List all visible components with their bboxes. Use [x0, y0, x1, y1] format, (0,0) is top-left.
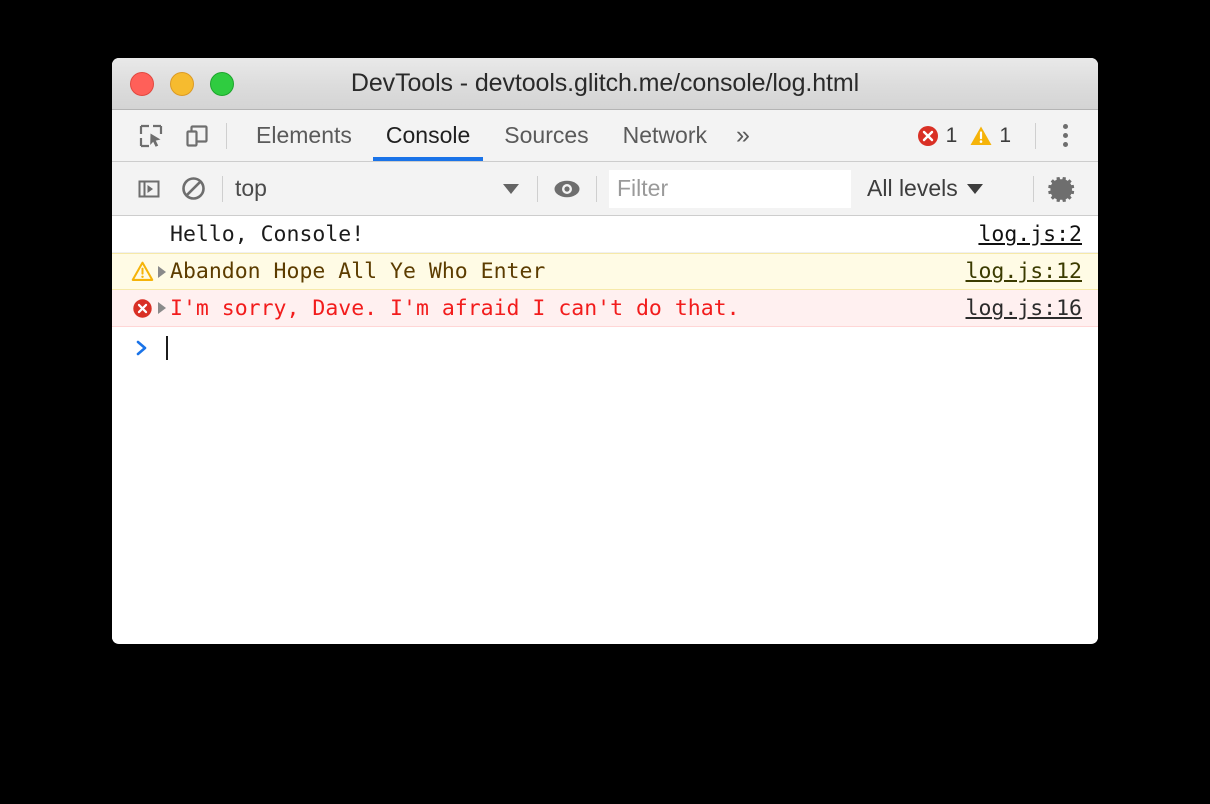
tab-network[interactable]: Network	[606, 110, 724, 161]
console-message-text: Hello, Console!	[170, 221, 365, 247]
traffic-light-group	[112, 71, 234, 96]
more-tabs-button[interactable]: »	[724, 110, 762, 161]
tabbar-right-group: 1 1	[916, 119, 1098, 153]
console-toolbar-right	[1021, 172, 1098, 206]
filter-input[interactable]	[609, 169, 851, 208]
console-message-source-link[interactable]: log.js:12	[966, 259, 1083, 284]
execution-context-label: top	[235, 175, 267, 201]
tab-elements-label: Elements	[256, 122, 352, 148]
more-options-icon[interactable]	[1048, 119, 1082, 153]
more-tabs-icon: »	[736, 121, 750, 149]
tab-elements[interactable]: Elements	[239, 110, 369, 161]
tabbar-divider	[226, 122, 227, 149]
console-message-text: Abandon Hope All Ye Who Enter	[170, 259, 546, 284]
prompt-chevron-icon	[130, 338, 154, 358]
kebab-dot	[1062, 133, 1068, 138]
log-level-label: All levels	[867, 175, 958, 201]
console-toolbar-divider-4	[1033, 175, 1034, 202]
inspect-element-icon[interactable]	[134, 119, 168, 153]
tab-console[interactable]: Console	[369, 110, 487, 161]
console-message-warning[interactable]: Abandon Hope All Ye Who Enter log.js:12	[112, 253, 1098, 290]
settings-gear-icon[interactable]	[1046, 172, 1080, 206]
warning-count-badge[interactable]: 1	[969, 124, 1011, 148]
console-filter-toolbar: top All levels	[112, 162, 1098, 216]
console-message-error[interactable]: I'm sorry, Dave. I'm afraid I can't do t…	[112, 290, 1098, 327]
clear-console-icon[interactable]	[176, 172, 210, 206]
warning-icon	[130, 260, 154, 283]
minimize-button[interactable]	[170, 71, 194, 96]
tab-sources-label: Sources	[504, 122, 589, 148]
console-toolbar-divider-2	[537, 175, 538, 202]
tab-console-label: Console	[385, 122, 471, 148]
console-prompt-row[interactable]	[112, 327, 1098, 369]
kebab-dot	[1062, 124, 1068, 129]
warning-count-label: 1	[999, 123, 1011, 147]
close-button[interactable]	[130, 71, 154, 96]
tab-list: Elements Console Sources Network »	[239, 110, 762, 161]
kebab-dot	[1062, 142, 1068, 147]
devtools-tabbar: Elements Console Sources Network » 1 1	[112, 110, 1098, 162]
maximize-button[interactable]	[210, 71, 234, 96]
tabbar-right-divider	[1035, 122, 1036, 149]
execution-context-selector[interactable]: top	[235, 175, 525, 202]
console-message-source-link[interactable]: log.js:2	[978, 222, 1082, 247]
warning-icon	[970, 126, 992, 145]
expand-arrow-icon[interactable]	[154, 302, 170, 314]
console-toolbar-divider-1	[222, 175, 223, 202]
tab-network-label: Network	[622, 122, 707, 148]
devtools-window: DevTools - devtools.glitch.me/console/lo…	[112, 58, 1098, 644]
chevron-down-icon	[966, 183, 983, 194]
tabbar-tool-icons	[112, 119, 214, 153]
error-count-label: 1	[945, 123, 958, 147]
error-icon	[917, 125, 938, 146]
error-icon	[130, 297, 154, 320]
log-level-selector[interactable]: All levels	[867, 175, 983, 202]
console-sidebar-toggle-icon[interactable]	[132, 172, 166, 206]
console-message-text: I'm sorry, Dave. I'm afraid I can't do t…	[170, 295, 740, 321]
console-toolbar-divider-3	[596, 175, 597, 202]
window-titlebar: DevTools - devtools.glitch.me/console/lo…	[112, 58, 1098, 110]
chevron-down-icon	[503, 183, 519, 194]
live-expression-icon[interactable]	[550, 172, 584, 206]
console-message-list: Hello, Console! log.js:2 Abandon Hope Al…	[112, 216, 1098, 643]
error-count-badge[interactable]: 1	[916, 123, 958, 148]
window-title: DevTools - devtools.glitch.me/console/lo…	[350, 69, 860, 97]
console-message-log[interactable]: Hello, Console! log.js:2	[112, 216, 1098, 253]
console-message-source-link[interactable]: log.js:16	[966, 296, 1083, 321]
screenshot-root: DevTools - devtools.glitch.me/console/lo…	[0, 0, 1210, 804]
expand-arrow-icon[interactable]	[154, 265, 170, 278]
tab-sources[interactable]: Sources	[487, 110, 605, 161]
device-toolbar-icon[interactable]	[180, 119, 214, 153]
prompt-text-cursor	[166, 336, 168, 360]
